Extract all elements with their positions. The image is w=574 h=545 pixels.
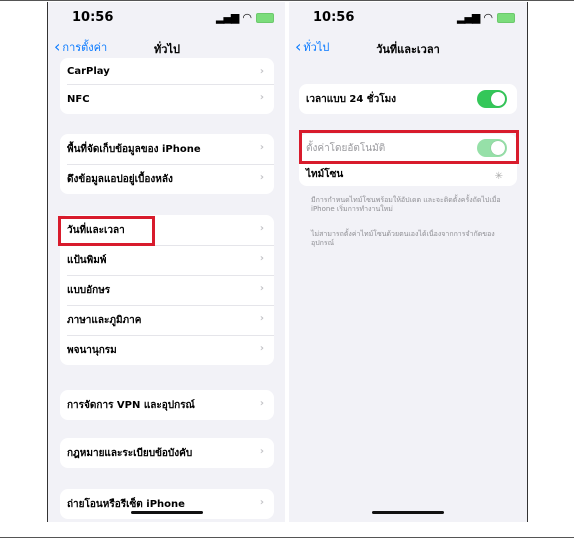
row-background-refresh[interactable]: ดึงข้อมูลแอปอยู่เบื้องหลัง ›	[60, 164, 274, 194]
chevron-right-icon: ›	[259, 446, 264, 457]
chevron-right-icon: ›	[259, 283, 264, 294]
row-label: เวลาแบบ 24 ชั่วโมง	[306, 93, 397, 105]
date-time-screen: 10:56 ▂▄▆ ◠ ‹ ทั่วไป วันที่และเวลา เวลาแ…	[289, 2, 528, 522]
status-icons: ▂▄▆ ◠	[457, 11, 515, 24]
row-label: แบบอักษร	[67, 284, 111, 296]
row-carplay[interactable]: CarPlay ›	[60, 58, 274, 84]
row-dictionary[interactable]: พจนานุกรม ›	[60, 335, 274, 365]
wifi-icon: ◠	[483, 11, 493, 24]
time-format-group: เวลาแบบ 24 ชั่วโมง	[299, 84, 517, 114]
row-label: พจนานุกรม	[67, 344, 117, 356]
row-label: แป้นพิมพ์	[67, 254, 107, 266]
row-label: NFC	[67, 93, 90, 105]
nav-bar: ‹ การตั้งค่า ทั่วไป	[48, 36, 286, 60]
page-title: วันที่และเวลา	[376, 43, 440, 56]
row-iphone-storage[interactable]: พื้นที่จัดเก็บข้อมูลของ iPhone ›	[60, 134, 274, 164]
status-time: 10:56	[72, 10, 114, 25]
settings-group-1: CarPlay › NFC ›	[60, 58, 274, 114]
row-label: CarPlay	[67, 65, 110, 77]
row-label: พื้นที่จัดเก็บข้อมูลของ iPhone	[67, 143, 201, 155]
status-bar: 10:56 ▂▄▆ ◠	[289, 2, 527, 36]
chevron-right-icon: ›	[259, 313, 264, 324]
timezone-restriction-note: ไม่สามารถตั้งค่าไทม์โซนด้วยตนเองได้เนื่อ…	[311, 230, 495, 247]
row-nfc[interactable]: NFC ›	[60, 84, 274, 114]
row-vpn-device-management[interactable]: การจัดการ VPN และอุปกรณ์ ›	[60, 390, 274, 420]
settings-group-2: พื้นที่จัดเก็บข้อมูลของ iPhone › ดึงข้อมู…	[60, 134, 274, 194]
settings-group-6: ถ่ายโอนหรือรีเซ็ต iPhone ›	[60, 489, 274, 519]
settings-group-4: การจัดการ VPN และอุปกรณ์ ›	[60, 390, 274, 420]
date-time-highlight	[58, 216, 155, 246]
wifi-icon: ◠	[242, 11, 252, 24]
row-legal-regulatory[interactable]: กฎหมายและระเบียบข้อบังคับ ›	[60, 438, 274, 468]
chevron-right-icon: ›	[259, 142, 264, 153]
chevron-right-icon: ›	[259, 172, 264, 183]
frame-bottom-border	[0, 537, 574, 538]
timezone-update-note: มีการกำหนดไทม์โซนพร้อมให้อัปเดต และจะติด…	[311, 196, 501, 213]
chevron-right-icon: ›	[259, 253, 264, 264]
status-time: 10:56	[313, 10, 355, 25]
page-title: ทั่วไป	[154, 43, 180, 56]
nav-bar: ‹ ทั่วไป วันที่และเวลา	[289, 36, 527, 60]
status-icons: ▂▄▆ ◠	[216, 11, 274, 24]
row-24-hour-time: เวลาแบบ 24 ชั่วโมง	[299, 84, 517, 114]
row-transfer-reset[interactable]: ถ่ายโอนหรือรีเซ็ต iPhone ›	[60, 489, 274, 519]
frame-top-border	[0, 0, 574, 1]
row-label: ดึงข้อมูลแอปอยู่เบื้องหลัง	[67, 173, 173, 185]
row-label: การจัดการ VPN และอุปกรณ์	[67, 399, 195, 411]
chevron-right-icon: ›	[259, 343, 264, 354]
chevron-right-icon: ›	[259, 92, 264, 103]
loading-spinner-icon: ✳	[494, 171, 503, 182]
signal-icon: ▂▄▆	[457, 11, 480, 24]
24-hour-toggle[interactable]	[477, 90, 507, 108]
toggle-knob	[491, 92, 505, 106]
general-settings-screen: 10:56 ▂▄▆ ◠ ‹ การตั้งค่า ทั่วไป CarPlay ›…	[47, 2, 286, 522]
row-label: กฎหมายและระเบียบข้อบังคับ	[67, 447, 193, 459]
battery-icon	[256, 12, 274, 23]
row-label: ถ่ายโอนหรือรีเซ็ต iPhone	[67, 498, 185, 510]
row-label: ไทม์โซน	[306, 168, 344, 180]
row-keyboard[interactable]: แป้นพิมพ์ ›	[60, 245, 274, 275]
set-automatically-highlight	[299, 130, 519, 164]
status-bar: 10:56 ▂▄▆ ◠	[48, 2, 286, 36]
chevron-right-icon: ›	[259, 66, 264, 77]
battery-icon	[497, 12, 515, 23]
signal-icon: ▂▄▆	[216, 11, 239, 24]
home-indicator	[131, 511, 203, 514]
row-language-region[interactable]: ภาษาและภูมิภาค ›	[60, 305, 274, 335]
chevron-right-icon: ›	[259, 497, 264, 508]
chevron-right-icon: ›	[259, 223, 264, 234]
chevron-right-icon: ›	[259, 398, 264, 409]
row-label: ภาษาและภูมิภาค	[67, 314, 142, 326]
settings-group-5: กฎหมายและระเบียบข้อบังคับ ›	[60, 438, 274, 468]
row-time-zone[interactable]: ไทม์โซน ✳	[299, 162, 517, 186]
home-indicator	[372, 511, 444, 514]
row-fonts[interactable]: แบบอักษร ›	[60, 275, 274, 305]
